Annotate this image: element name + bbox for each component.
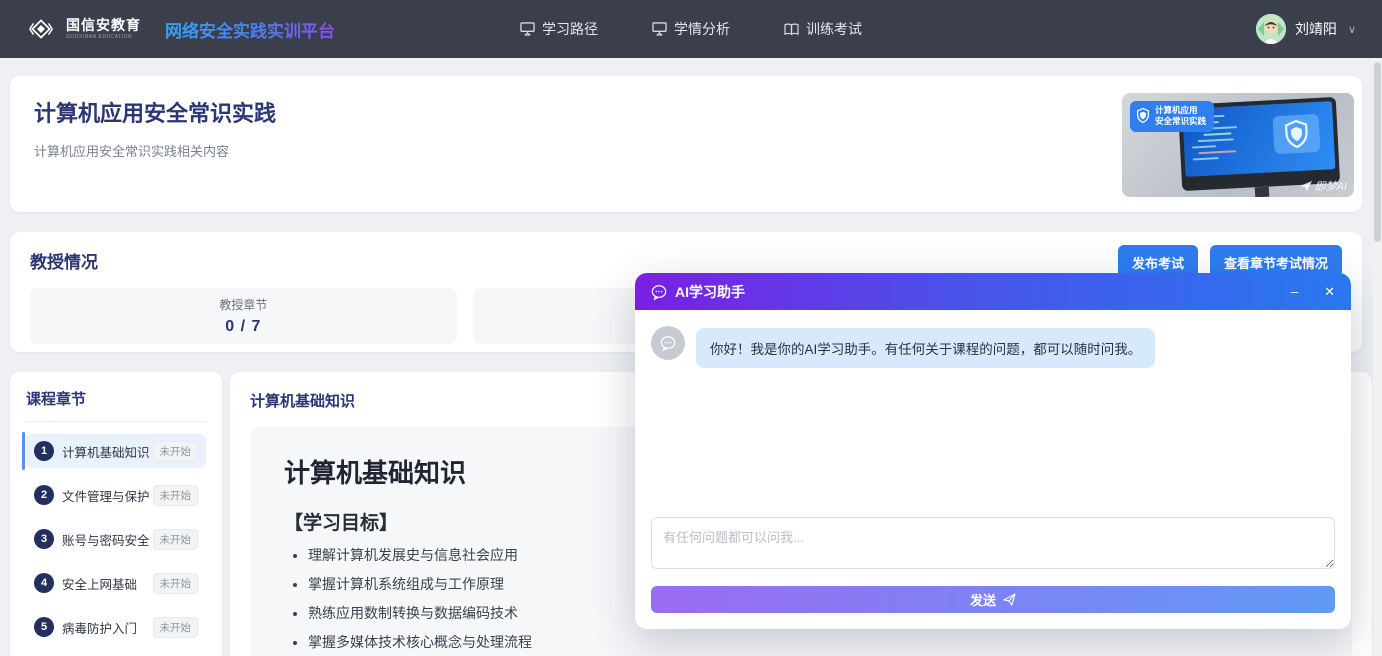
chat-bubble-icon [651, 284, 667, 300]
course-banner-card: 计算机应用安全常识实践 计算机应用安全常识实践相关内容 [10, 76, 1362, 212]
close-button[interactable]: ✕ [1324, 285, 1335, 298]
presentation-icon [652, 22, 667, 36]
user-menu[interactable]: 刘靖阳 ∨ [1256, 14, 1356, 44]
status-badge: 未开始 [153, 485, 199, 506]
chapter-item-2[interactable]: 2 文件管理与保护 未开始 [26, 478, 206, 512]
nav-label: 训练考试 [806, 19, 862, 39]
thumbnail-badge: 计算机应用 安全常识实践 [1130, 101, 1214, 132]
chapter-item-1[interactable]: 1 计算机基础知识 未开始 [26, 434, 206, 468]
platform-title: 网络安全实践实训平台 [165, 17, 335, 42]
brand-subtitle: GUOXINAN EDUCATION [66, 35, 141, 40]
chapter-name: 文件管理与保护 [62, 486, 150, 505]
nav-training-exam[interactable]: 训练考试 [784, 19, 862, 39]
shield-graphic [1273, 114, 1321, 154]
ai-assistant-dialog: AI学习助手 – ✕ 你好！我是你的AI学习助手。有任何关于课程的问题，都可以随… [635, 273, 1351, 629]
chapter-name: 安全上网基础 [62, 574, 137, 593]
status-badge: 未开始 [153, 529, 199, 550]
status-badge: 未开始 [153, 441, 199, 462]
brand: 国信安教育 GUOXINAN EDUCATION 网络安全实践实训平台 [26, 14, 335, 44]
chapters-title: 课程章节 [26, 388, 206, 422]
nav-learning-analysis[interactable]: 学情分析 [652, 19, 730, 39]
page-scrollbar[interactable] [1373, 58, 1382, 656]
chapter-name: 账号与密码安全 [62, 530, 150, 549]
chapter-number: 3 [34, 529, 54, 549]
main-nav: 学习路径 学情分析 训练考试 [520, 0, 862, 58]
ai-dialog-title: AI学习助手 [675, 282, 745, 302]
avatar [1256, 14, 1286, 44]
send-label: 发送 [970, 590, 996, 609]
send-button[interactable]: 发送 [651, 586, 1335, 613]
nav-label: 学习路径 [542, 19, 598, 39]
brand-logo-icon [26, 14, 56, 44]
course-thumbnail: 计算机应用 安全常识实践 即梦AI [1122, 93, 1354, 197]
chat-input[interactable] [651, 517, 1335, 569]
stat-value: 0 / 7 [225, 318, 261, 336]
scrollbar-thumb[interactable] [1374, 62, 1381, 242]
chevron-down-icon: ∨ [1348, 23, 1356, 36]
chat-message-area: 你好！我是你的AI学习助手。有任何关于课程的问题，都可以随时问我。 [635, 310, 1351, 517]
paper-plane-icon [1003, 593, 1016, 606]
assistant-message-row: 你好！我是你的AI学习助手。有任何关于课程的问题，都可以随时问我。 [651, 326, 1335, 368]
assistant-message: 你好！我是你的AI学习助手。有任何关于课程的问题，都可以随时问我。 [696, 328, 1155, 368]
brand-name: 国信安教育 [66, 18, 141, 32]
chapter-name: 病毒防护入门 [62, 618, 137, 637]
chapter-number: 1 [34, 441, 54, 461]
stat-taught-chapters: 教授章节 0 / 7 [30, 288, 457, 344]
ai-dialog-header[interactable]: AI学习助手 – ✕ [635, 273, 1351, 310]
top-header: 国信安教育 GUOXINAN EDUCATION 网络安全实践实训平台 学习路径… [0, 0, 1382, 58]
watermark-logo-icon [1300, 181, 1312, 191]
chat-bubble-icon [660, 335, 676, 351]
chapter-name: 计算机基础知识 [62, 442, 150, 461]
stat-label: 教授章节 [219, 296, 267, 313]
presentation-icon [520, 22, 535, 36]
objective-item: 掌握多媒体技术核心概念与处理流程 [308, 632, 1318, 652]
chapter-item-5[interactable]: 5 病毒防护入门 未开始 [26, 610, 206, 644]
watermark: 即梦AI [1300, 178, 1347, 194]
chapter-item-3[interactable]: 3 账号与密码安全 未开始 [26, 522, 206, 556]
shield-icon [1136, 108, 1150, 123]
chapter-number: 5 [34, 617, 54, 637]
status-badge: 未开始 [153, 573, 199, 594]
user-name: 刘靖阳 [1295, 19, 1337, 39]
minimize-button[interactable]: – [1291, 285, 1298, 298]
assistant-avatar [651, 326, 685, 360]
chapter-item-4[interactable]: 4 安全上网基础 未开始 [26, 566, 206, 600]
chapter-number: 4 [34, 573, 54, 593]
chapter-number: 2 [34, 485, 54, 505]
nav-learning-path[interactable]: 学习路径 [520, 19, 598, 39]
nav-label: 学情分析 [674, 19, 730, 39]
status-badge: 未开始 [153, 617, 199, 638]
chapters-sidebar: 课程章节 1 计算机基础知识 未开始 2 文件管理与保护 未开始 3 账号与密码… [10, 372, 222, 656]
book-icon [784, 23, 799, 36]
